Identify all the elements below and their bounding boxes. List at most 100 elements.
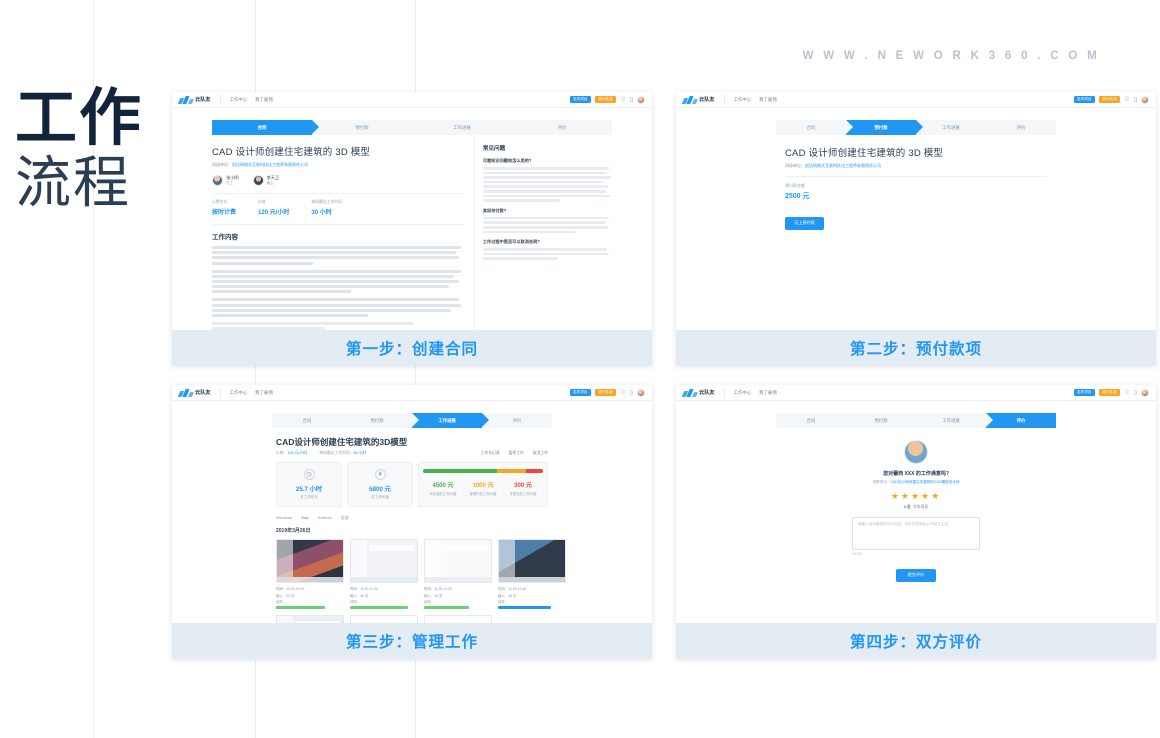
screenshot-item[interactable]: 时间：11:30-12:00 输入：19 次 动作： xyxy=(424,539,492,609)
step-tab-progress[interactable]: 工作进展 xyxy=(916,120,993,135)
avatar[interactable] xyxy=(637,388,645,397)
step-tab-contract[interactable]: 合同 xyxy=(776,413,853,428)
step-tab-review[interactable]: 评价 xyxy=(986,413,1056,428)
header-divider xyxy=(723,94,725,105)
screenshot-thumbnail[interactable] xyxy=(276,539,344,583)
nav-item-hires[interactable]: 我了雇佣 xyxy=(759,390,777,396)
filter-mac[interactable]: Mac xyxy=(301,515,309,521)
screenshot-thumbnail[interactable] xyxy=(350,614,418,623)
filter-windows[interactable]: Windows xyxy=(276,515,292,521)
work-content-paragraph xyxy=(212,246,464,265)
screenshot-thumbnail[interactable] xyxy=(424,539,492,583)
become-teammate-button[interactable]: 成为队友 xyxy=(1098,96,1121,103)
faq-item[interactable]: 可靠知识问题和怎么用的? xyxy=(482,158,612,202)
avatar xyxy=(904,440,928,464)
review-char-count: 0/1000 xyxy=(852,552,863,556)
screenshot-item[interactable]: 时间：11:00-11:30 输入：30 次 动作： xyxy=(350,539,418,609)
screenshot-thumbnail[interactable] xyxy=(498,539,566,583)
publish-project-button[interactable]: 发布项目 xyxy=(1073,389,1095,396)
publish-project-button[interactable]: 发布项目 xyxy=(569,96,591,103)
screenshot-item[interactable]: 时间：12:00-12:30 输入：26 次 动作： xyxy=(498,539,566,609)
contract-subtitle: 间接单位：创达网络式互联科技达工程师有限责任公司 xyxy=(212,162,308,167)
action-worklog[interactable]: 工作台记录 xyxy=(481,451,500,456)
legend-unsubmitted: 300 元 未提交的工作价值 xyxy=(509,483,537,496)
filter-android[interactable]: Android xyxy=(318,515,332,521)
become-teammate-button[interactable]: 成为队友 xyxy=(1098,389,1121,396)
nav-item-workcenter[interactable]: 工作中心 xyxy=(734,390,752,396)
screenshot-thumbnail[interactable] xyxy=(276,614,344,623)
publish-project-button[interactable]: 发布项目 xyxy=(569,389,591,396)
star-rating[interactable]: ★★★★★ xyxy=(852,491,980,502)
screenshot-meta: 时间：11:00-11:30 输入：30 次 动作： xyxy=(350,586,418,609)
nav-item-hires[interactable]: 我了雇佣 xyxy=(759,97,777,103)
step-tab-prepay[interactable]: 预付款 xyxy=(342,413,419,428)
step-tab-review[interactable]: 评价 xyxy=(482,413,552,428)
screenshot-thumbnail[interactable] xyxy=(424,614,492,623)
step-caption-2: 第二步：预付款项 xyxy=(676,330,1156,366)
screenshot-thumbnail[interactable] xyxy=(350,539,418,583)
step-tab-prepay[interactable]: 预付款 xyxy=(312,120,419,135)
avatar[interactable] xyxy=(637,95,645,104)
filter-all[interactable]: 全部 xyxy=(341,515,349,521)
publish-project-button[interactable]: 发布项目 xyxy=(1073,96,1095,103)
screenshot-item[interactable]: 时间：13:30 输入： xyxy=(350,614,418,623)
become-teammate-button[interactable]: 成为队友 xyxy=(594,96,617,103)
step-panel-3: 云队友 工作中心 我了雇佣 发布项目 成为队友 ☉ ▯ 合同 预付款 工作进展 … xyxy=(172,385,652,659)
nav-item-hires[interactable]: 我了雇佣 xyxy=(255,390,273,396)
screenshot-item[interactable]: 时间：13:00 输入： xyxy=(276,614,344,623)
site-watermark: W W W . N E W O R K 3 6 0 . C O M xyxy=(802,50,1100,62)
step-tab-prepay[interactable]: 预付款 xyxy=(846,413,923,428)
step-caption-1: 第一步：创建合同 xyxy=(172,330,652,366)
message-icon[interactable]: ▯ xyxy=(630,97,633,103)
step-tab-contract[interactable]: 合同 xyxy=(212,120,319,135)
message-icon[interactable]: ▯ xyxy=(630,390,633,396)
step-tab-contract[interactable]: 合同 xyxy=(272,413,349,428)
bell-icon[interactable]: ☉ xyxy=(1124,97,1129,103)
work-meta-row: 价格：120 元/小时 每周最长工作时间：30 小时 工作台记录 暂停工作 取消… xyxy=(276,451,548,456)
submit-review-button[interactable]: 提交评价 xyxy=(895,568,937,582)
nav-item-workcenter[interactable]: 工作中心 xyxy=(230,390,248,396)
review-subtitle: 关联项目：CAD设计师创建住宅建筑的CAD模型设计师 xyxy=(872,480,960,484)
faq-sidebar: 常见问题 可靠知识问题和怎么用的? 其如何付款? 工作过程中是否可以取消合同? xyxy=(473,135,612,330)
screenshot-item[interactable]: 时间：10:30-11:00 输入：22 次 动作： xyxy=(276,539,344,609)
work-content-paragraph xyxy=(212,321,464,330)
nav-item-workcenter[interactable]: 工作中心 xyxy=(734,97,752,103)
nav-item-hires[interactable]: 我了雇佣 xyxy=(255,97,273,103)
prepay-button[interactable]: 马上预付款 xyxy=(785,216,824,230)
nav-item-workcenter[interactable]: 工作中心 xyxy=(230,97,248,103)
action-pause[interactable]: 暂停工作 xyxy=(509,451,524,456)
faq-item[interactable]: 工作过程中是否可以取消合同? xyxy=(482,239,612,260)
action-cancel[interactable]: 取消工作 xyxy=(533,451,548,456)
step-tab-progress[interactable]: 工作进展 xyxy=(412,413,489,428)
work-meta-hours: 每周最长工作时间：30 小时 xyxy=(319,451,367,455)
step-tab-review[interactable]: 评价 xyxy=(986,120,1056,135)
screenshot-item[interactable]: 时间：14:00 输入： xyxy=(424,614,492,623)
work-content-paragraph xyxy=(212,269,464,294)
bell-icon[interactable]: ☉ xyxy=(620,390,625,396)
bell-icon[interactable]: ☉ xyxy=(620,97,625,103)
become-teammate-button[interactable]: 成为队友 xyxy=(594,389,617,396)
divider xyxy=(785,176,1047,177)
avatar[interactable] xyxy=(1141,95,1149,104)
message-icon[interactable]: ▯ xyxy=(1134,97,1137,103)
faq-item[interactable]: 其如何付款? xyxy=(482,208,612,234)
party-employer: 李天王 雇主 xyxy=(252,175,279,186)
step-tab-review[interactable]: 评价 xyxy=(512,120,612,135)
step-tab-progress[interactable]: 工作进展 xyxy=(412,120,519,135)
party-role: 员工 xyxy=(226,181,234,185)
review-textarea[interactable]: 请输入您对蕾西的评价内容，评价内容将会公开对方主页。 xyxy=(852,517,980,550)
step-tab-prepay[interactable]: 预付款 xyxy=(846,120,923,135)
panel-3-body: 云队友 工作中心 我了雇佣 发布项目 成为队友 ☉ ▯ 合同 预付款 工作进展 … xyxy=(172,385,652,623)
step-tab-contract[interactable]: 合同 xyxy=(776,120,853,135)
message-icon[interactable]: ▯ xyxy=(1134,390,1137,396)
avatar xyxy=(212,175,223,186)
header-nav: 工作中心 我了雇佣 xyxy=(230,97,273,103)
header-nav: 工作中心 我了雇佣 xyxy=(734,390,777,396)
bell-icon[interactable]: ☉ xyxy=(1124,390,1129,396)
brand-logo-icon xyxy=(681,95,699,104)
step-tab-progress[interactable]: 工作进展 xyxy=(916,413,993,428)
faq-answer xyxy=(482,216,612,234)
party-employee: 张小明 员工 xyxy=(212,175,239,186)
avatar[interactable] xyxy=(1141,388,1149,397)
step-progress-bar: 合同 预付款 工作进展 评价 xyxy=(212,120,612,135)
